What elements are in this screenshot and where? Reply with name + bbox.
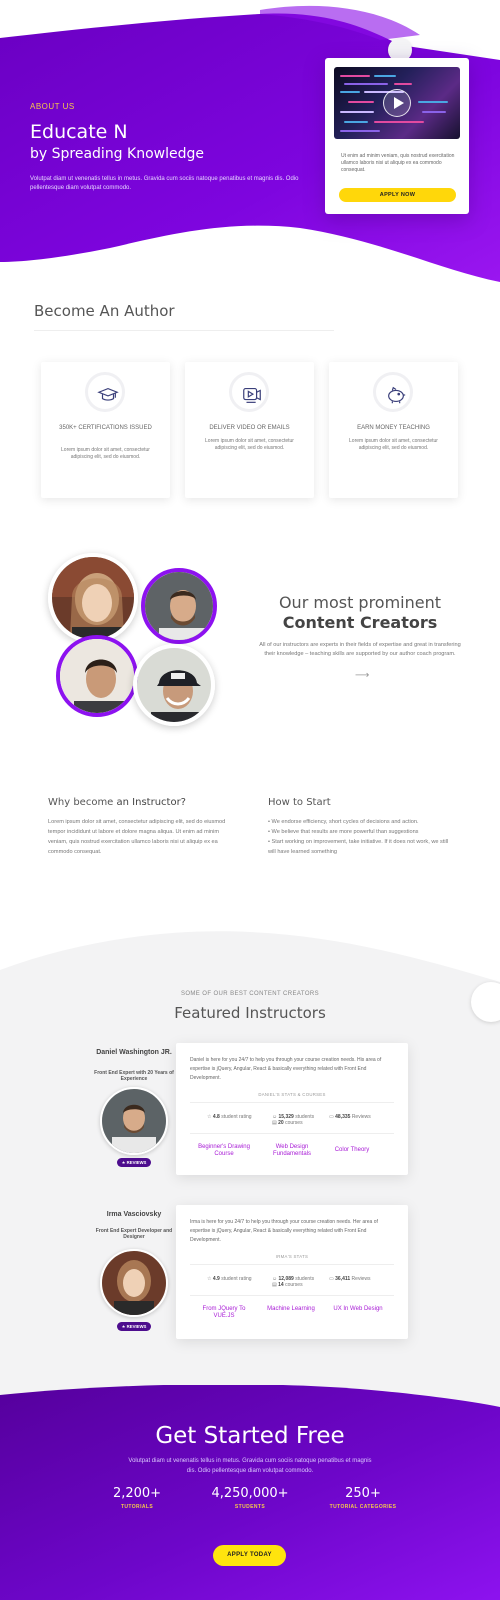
instructor-card: Daniel is here for you 24/7 to help you … (176, 1043, 408, 1175)
author-section-title: Become An Author (34, 302, 175, 320)
creator-avatar (133, 644, 215, 726)
reviews-value: 36,411 (335, 1276, 351, 1282)
courses-stat: ▤ 14 courses (272, 1282, 303, 1288)
instructor-bio: Irma is here for you 24/7 to help you th… (190, 1219, 378, 1243)
feature-card-earn: EARN MONEY TEACHING Lorem ipsum dolor si… (329, 362, 458, 498)
course-link[interactable]: Machine Learning (261, 1306, 321, 1313)
instructor-role: Front End Expert with 20 Years of Experi… (94, 1070, 174, 1082)
cta-title: Get Started Free (155, 1423, 345, 1449)
courses-stat: ▤ 20 courses (272, 1120, 303, 1126)
video-camera-icon (229, 372, 269, 412)
creators-title-line1: Our most prominent (278, 593, 442, 612)
courses-value: 14 (278, 1282, 284, 1288)
reviews-stat: ▭ 36,411 Reviews (329, 1276, 370, 1282)
video-card-text: Ut enim ad minim veniam, quis nostrud ex… (341, 153, 455, 173)
graduation-cap-icon (85, 372, 125, 412)
creator-avatar (141, 568, 217, 644)
feature-description: Lorem ipsum dolor sit amet, consectetur … (349, 438, 438, 451)
courses-label: courses (285, 1120, 303, 1126)
reviews-label: Reviews (351, 1276, 371, 1282)
how-item: • We endorse efficiency, short cycles of… (268, 819, 419, 825)
rating-value: 4.8 (212, 1114, 220, 1120)
instructor-name: Daniel Washington JR. (96, 1049, 172, 1056)
why-title: Why become an Instructor? (48, 797, 186, 808)
feature-description: Lorem ipsum dolor sit amet, consectetur … (205, 438, 294, 451)
divider (34, 330, 334, 331)
reviews-badge-label: REVIEWS (126, 1160, 147, 1165)
video-thumbnail[interactable] (334, 67, 460, 139)
instructor-avatar (100, 1087, 168, 1155)
reviews-badge[interactable]: ★ REVIEWS (117, 1322, 151, 1331)
rating-stat: ☆ 4.9 student rating (207, 1276, 252, 1282)
courses-label: courses (285, 1282, 303, 1288)
stats-title: DANIEL'S STATS & COURSES (258, 1092, 326, 1097)
rating-value: 4.9 (212, 1276, 220, 1282)
stat-label-categories: TUTORIAL CATEGORIES (329, 1504, 397, 1510)
course-link[interactable]: Color Theory (322, 1147, 382, 1154)
creator-avatar (48, 553, 138, 643)
instructor-bio: Daniel is here for you 24/7 to help you … (190, 1057, 382, 1081)
reviews-label: Reviews (351, 1114, 371, 1120)
play-icon[interactable] (383, 89, 411, 117)
divider (190, 1264, 394, 1265)
rating-label: student rating (221, 1114, 252, 1120)
courses-value: 20 (278, 1120, 284, 1126)
divider (190, 1133, 394, 1134)
how-list: • We endorse efficiency, short cycles of… (268, 817, 452, 857)
why-title-bold: an Instructor? (116, 797, 186, 808)
hero-title: Educate N (30, 121, 128, 143)
video-card: Ut enim ad minim veniam, quis nostrud ex… (325, 58, 469, 214)
hero-kicker: ABOUT US (30, 102, 75, 111)
course-link[interactable]: UX In Web Design (328, 1306, 388, 1313)
divider (190, 1102, 394, 1103)
rating-label: student rating (221, 1276, 252, 1282)
hero-subtitle: by Spreading Knowledge (30, 146, 204, 162)
why-title-prefix: Why become (48, 797, 117, 808)
reviews-badge-label: REVIEWS (126, 1324, 147, 1329)
instructor-name: Irma Vasciovsky (106, 1211, 162, 1218)
reviews-badge[interactable]: ★ REVIEWS (117, 1158, 151, 1167)
rating-stat: ☆ 4.8 student rating (207, 1114, 252, 1120)
instructor-avatar (100, 1249, 168, 1317)
hero-description: Volutpat diam ut venenatis tellus in met… (30, 176, 299, 191)
course-link[interactable]: From JQuery To VUE.JS (194, 1306, 254, 1320)
stat-label-tutorials: TUTORIALS (120, 1504, 154, 1510)
stat-value-categories: 250+ (345, 1486, 381, 1501)
reviews-value: 48,335 (335, 1114, 351, 1120)
divider (190, 1295, 394, 1296)
apply-now-button[interactable]: APPLY NOW (339, 188, 456, 202)
instructors-title: Featured Instructors (174, 1004, 326, 1022)
stat-value-tutorials: 2,200+ (112, 1486, 162, 1501)
how-item: • Start working on improvement, take ini… (268, 839, 449, 855)
arrow-right-icon[interactable]: ⟶ (355, 670, 369, 681)
course-link[interactable]: Beginner's Drawing Course (194, 1144, 254, 1158)
reviews-stat: ▭ 48,335 Reviews (329, 1114, 371, 1120)
apply-today-button[interactable]: APPLY TODAY (213, 1545, 286, 1566)
creators-description: All of our instructors are experts in th… (259, 642, 461, 657)
feature-title: EARN MONEY TEACHING (357, 425, 430, 431)
creator-avatar (56, 635, 138, 717)
feature-card-video: DELIVER VIDEO OR EMAILS Lorem ipsum dolo… (185, 362, 314, 498)
stat-value-students: 4,250,000+ (211, 1486, 289, 1501)
feature-title: 350K+ CERTIFICATIONS ISSUED (59, 425, 152, 431)
creators-title-line2: Content Creators (282, 613, 438, 632)
stat-label-students: STUDENTS (234, 1504, 266, 1510)
instructors-kicker: SOME OF OUR BEST CONTENT CREATORS (180, 991, 320, 997)
course-link[interactable]: Web Design Fundamentals (262, 1144, 322, 1158)
stats-title: IRMA'S STATS (275, 1254, 309, 1259)
how-title: How to Start (268, 797, 331, 808)
instructor-card: Irma is here for you 24/7 to help you th… (176, 1205, 408, 1339)
how-item: • We believe that results are more power… (268, 829, 419, 835)
feature-card-certifications: 350K+ CERTIFICATIONS ISSUED Lorem ipsum … (41, 362, 170, 498)
feature-title: DELIVER VIDEO OR EMAILS (209, 425, 290, 431)
page: ABOUT US Educate N by Spreading Knowledg… (0, 0, 500, 1600)
why-text: Lorem ipsum dolor sit amet, consectetur … (48, 819, 226, 855)
piggy-bank-icon (373, 372, 413, 412)
instructor-role: Front End Expert Developer and Designer (95, 1228, 173, 1240)
cta-description: Volutpat diam ut venenatis tellus in met… (128, 1458, 372, 1474)
feature-description: Lorem ipsum dolor sit amet, consectetur … (61, 447, 150, 460)
